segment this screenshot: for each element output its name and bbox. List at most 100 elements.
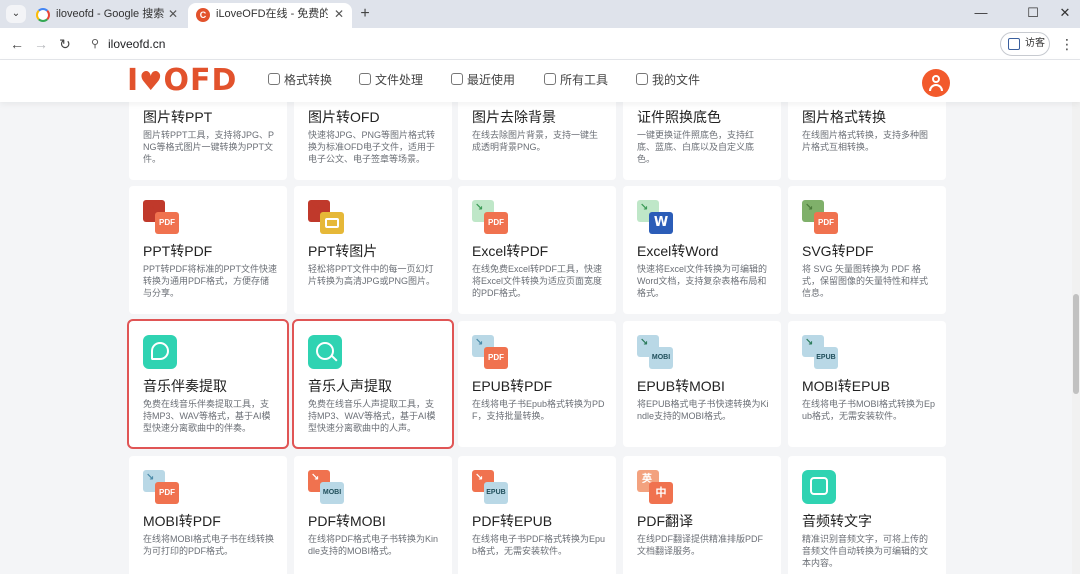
user-avatar[interactable] (922, 69, 950, 97)
tool-title: 图片转OFD (308, 109, 380, 125)
tool-title: PPT转图片 (308, 243, 378, 259)
tool-card[interactable]: ↘ PDF EPUB转PDF 在线将电子书Epub格式转换为PDF，支持批量转换。 (458, 321, 616, 447)
address-bar[interactable]: iloveofd.cn (108, 36, 165, 52)
tool-card[interactable]: ↘ PDF MOBI转PDF 在线将MOBI格式电子书在线转换为可打印的PDF格式。 (129, 456, 287, 574)
guest-profile-button[interactable]: 访客 (1000, 32, 1050, 56)
tool-description: 快速将JPG、PNG等图片格式转换为标准OFD电子文件，适用于电子公文、电子签章… (308, 130, 436, 164)
tool-card[interactable]: 英中 PDF翻译 在线PDF翻译提供精准排版PDF文档翻译服务。 (623, 456, 781, 574)
tool-card[interactable]: 图片格式转换 在线图片格式转换，支持多种图片格式互相转换。 (788, 102, 946, 180)
tool-title: PDF转MOBI (308, 513, 386, 529)
tool-card[interactable]: 音乐伴奏提取 免费在线音乐伴奏提取工具，支持MP3、WAV等格式，基于AI模型快速… (127, 319, 289, 449)
tool-title: Excel转Word (637, 243, 719, 259)
browser-tab-google[interactable]: iloveofd - Google 搜索 ✕ (28, 3, 186, 28)
all-tools-icon (544, 73, 556, 85)
tool-title: PDF翻译 (637, 513, 693, 529)
tool-card[interactable]: ↘ PDF SVG转PDF 将 SVG 矢量图转换为 PDF 格式，保留图像的矢量特性… (788, 186, 946, 314)
google-icon (36, 8, 50, 22)
tab-search-button[interactable]: ⌄ (6, 5, 26, 23)
file-convert-icon: 英中 (637, 470, 673, 506)
nav-label: 格式转换 (284, 73, 333, 87)
file-convert-icon: ↘ PDF (472, 200, 508, 236)
tool-card[interactable]: ↘ MOBI EPUB转MOBI 将EPUB格式电子书快速转换为Kindle支持的MO… (623, 321, 781, 447)
file-process-icon (359, 73, 371, 85)
tool-description: 在线将MOBI格式电子书在线转换为可打印的PDF格式。 (143, 534, 275, 556)
file-convert-icon: ↘ PDF (802, 200, 838, 236)
tab-title: iLoveOFD在线 - 免费的在线格 (216, 8, 328, 20)
tool-card[interactable]: 音频转文字 精准识别音频文字，可将上传的音频文件自动转换为可编辑的文本内容。 (788, 456, 946, 574)
tool-title: PPT转PDF (143, 243, 213, 259)
minimize-button[interactable]: — (966, 4, 996, 22)
nav-all-tools[interactable]: 所有工具 (544, 72, 608, 88)
reload-button[interactable]: ↻ (56, 35, 74, 53)
guitar-icon (143, 335, 177, 369)
user-icon (932, 75, 940, 83)
file-convert-icon: ↘ MOBI (308, 470, 344, 506)
tool-description: 轻松将PPT文件中的每一页幻灯片转换为高清JPG或PNG图片。 (308, 264, 436, 286)
nav-label: 最近使用 (467, 73, 516, 87)
tool-title: MOBI转EPUB (802, 378, 890, 394)
nav-recent[interactable]: 最近使用 (451, 72, 515, 88)
tool-card[interactable]: ↘ MOBI PDF转MOBI 在线将PDF格式电子书转换为Kindle支持的MOBI… (294, 456, 452, 574)
forward-button[interactable]: → (32, 35, 50, 53)
search-icon (308, 335, 342, 369)
tab-title: iloveofd - Google 搜索 (56, 8, 165, 20)
page-scrollbar[interactable] (1072, 102, 1080, 574)
tool-title: 证件照换底色 (637, 109, 721, 125)
tool-card[interactable]: 音乐人声提取 免费在线音乐人声提取工具，支持MP3、WAV等格式，基于AI模型快速… (292, 319, 454, 449)
site-info-icon[interactable]: ⚲ (88, 37, 102, 51)
tool-title: SVG转PDF (802, 243, 874, 259)
tool-description: 免费在线音乐伴奏提取工具，支持MP3、WAV等格式，基于AI模型快速分离歌曲中的… (143, 399, 271, 433)
tool-title: EPUB转PDF (472, 378, 553, 394)
tool-card[interactable]: ↘ EPUB MOBI转EPUB 在线将电子书MOBI格式转换为Epub格式，无需安装… (788, 321, 946, 447)
close-window-button[interactable]: ✕ (1050, 4, 1080, 22)
browser-tab-iloveofd[interactable]: C iLoveOFD在线 - 免费的在线格 ✕ (188, 3, 352, 28)
tool-description: 将EPUB格式电子书快速转换为Kindle支持的MOBI格式。 (637, 399, 769, 421)
tool-card[interactable]: 图片转PPT 图片转PPT工具，支持将JPG、PNG等格式图片一键转换为PPT文件… (129, 102, 287, 180)
nav-format-convert[interactable]: 格式转换 (268, 72, 332, 88)
tool-description: 在线将电子书PDF格式转换为Epub格式，无需安装软件。 (472, 534, 606, 556)
profile-icon (1008, 38, 1020, 50)
scrollbar-thumb[interactable] (1073, 294, 1079, 394)
maximize-button[interactable]: ☐ (1018, 4, 1048, 22)
guest-label: 访客 (1025, 38, 1045, 49)
tool-card[interactable]: 证件照换底色一键更换证件照底色，支持红底、蓝底、白底以及自定义底色。 (623, 102, 781, 180)
file-convert-icon: ↘ EPUB (802, 335, 838, 371)
nav-file-process[interactable]: 文件处理 (359, 72, 423, 88)
tool-card[interactable]: ↘ PPT转图片轻松将PPT文件中的每一页幻灯片转换为高清JPG或PNG图片。 (294, 186, 452, 314)
tool-description: 在线免费Excel转PDF工具，快速将Excel文件转换为适应页面宽度的PDF格… (472, 264, 603, 298)
tool-description: 图片转PPT工具，支持将JPG、PNG等格式图片一键转换为PPT文件。 (143, 130, 275, 164)
nav-label: 文件处理 (375, 73, 424, 87)
tool-title: PDF转EPUB (472, 513, 553, 529)
recent-icon (451, 73, 463, 85)
file-convert-icon: ↘ (308, 200, 344, 236)
close-tab-icon[interactable]: ✕ (334, 3, 344, 26)
tool-card[interactable]: 图片去除背景 在线去除图片背景，支持一键生成透明背景PNG。 (458, 102, 616, 180)
tool-description: 精准识别音频文字，可将上传的音频文件自动转换为可编辑的文本内容。 (802, 534, 929, 568)
tool-description: 在线将电子书MOBI格式转换为Epub格式，无需安装软件。 (802, 399, 936, 421)
nav-label: 所有工具 (560, 73, 609, 87)
tool-description: 一键更换证件照底色，支持红底、蓝底、白底以及自定义底色。 (637, 130, 755, 164)
tool-card[interactable]: ↘ PDF PPT转PDF PPT转PDF将标准的PPT文件快速转换为通用PDF格式，… (129, 186, 287, 314)
tool-title: 音乐人声提取 (308, 378, 392, 394)
tool-card[interactable]: ↘ EPUB PDF转EPUB 在线将电子书PDF格式转换为Epub格式，无需安装软件… (458, 456, 616, 574)
site-header: I♥OFD 格式转换 文件处理 最近使用 所有工具 我的文件 (0, 60, 1080, 102)
tool-title: 图片格式转换 (802, 109, 886, 125)
back-button[interactable]: ← (8, 35, 26, 53)
new-tab-button[interactable]: + (356, 3, 374, 25)
tool-title: EPUB转MOBI (637, 378, 725, 394)
tool-description: PPT转PDF将标准的PPT文件快速转换为通用PDF格式，方便存储与分享。 (143, 264, 278, 298)
close-tab-icon[interactable]: ✕ (168, 3, 178, 26)
my-files-icon (636, 73, 648, 85)
site-logo[interactable]: I♥OFD (127, 63, 237, 99)
tool-description: 快速将Excel文件转换为可编辑的Word文档，支持复杂表格布局和格式。 (637, 264, 768, 298)
iloveofd-icon: C (196, 8, 210, 22)
browser-menu-icon[interactable]: ⋮ (1060, 36, 1074, 52)
file-convert-icon: ↘ PDF (143, 470, 179, 506)
tool-description: 在线去除图片背景，支持一键生成透明背景PNG。 (472, 130, 599, 152)
tool-card[interactable]: ↘ PDF Excel转PDF 在线免费Excel转PDF工具，快速将Excel文件转… (458, 186, 616, 314)
tool-card[interactable]: ↘ W Excel转Word 快速将Excel文件转换为可编辑的Word文档，支持复杂… (623, 186, 781, 314)
tool-card[interactable]: 图片转OFD 快速将JPG、PNG等图片格式转换为标准OFD电子文件，适用于电子公… (294, 102, 452, 180)
nav-my-files[interactable]: 我的文件 (636, 72, 700, 88)
tool-title: 图片转PPT (143, 109, 213, 125)
file-convert-icon: ↘ W (637, 200, 673, 236)
